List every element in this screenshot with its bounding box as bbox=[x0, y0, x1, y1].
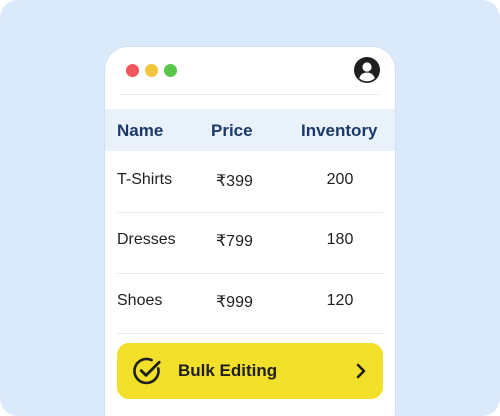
column-header-price[interactable]: Price bbox=[211, 121, 253, 141]
row-divider bbox=[117, 333, 383, 334]
user-circle-icon[interactable] bbox=[353, 56, 381, 84]
minimize-window-dot[interactable] bbox=[145, 64, 158, 77]
product-inventory-cell: 120 bbox=[326, 292, 354, 309]
product-price-cell: ₹399 bbox=[216, 173, 253, 190]
table-row[interactable]: T-Shirts ₹399 200 bbox=[105, 151, 395, 211]
column-header-name[interactable]: Name bbox=[117, 121, 163, 141]
page-background: Name Price Inventory T-Shirts ₹399 200 D… bbox=[0, 0, 500, 416]
bulk-editing-button[interactable]: Bulk Editing bbox=[117, 343, 383, 399]
title-divider bbox=[121, 94, 379, 95]
product-name-cell: T-Shirts bbox=[117, 171, 173, 188]
chevron-right-icon bbox=[356, 363, 366, 379]
table-header: Name Price Inventory bbox=[105, 109, 395, 151]
maximize-window-dot[interactable] bbox=[164, 64, 177, 77]
column-header-inventory[interactable]: Inventory bbox=[301, 121, 378, 141]
product-inventory-cell: 180 bbox=[326, 231, 354, 248]
product-inventory-cell: 200 bbox=[326, 171, 354, 188]
table-row[interactable]: Dresses ₹799 180 bbox=[105, 211, 395, 271]
product-price-cell: ₹799 bbox=[216, 233, 253, 250]
product-name-cell: Dresses bbox=[117, 231, 176, 248]
app-window: Name Price Inventory T-Shirts ₹399 200 D… bbox=[104, 46, 396, 416]
bulk-editing-label: Bulk Editing bbox=[178, 361, 278, 380]
table-row[interactable]: Shoes ₹999 120 bbox=[105, 272, 395, 332]
product-price-cell: ₹999 bbox=[216, 294, 253, 311]
check-circle-icon bbox=[133, 357, 161, 385]
close-window-dot[interactable] bbox=[126, 64, 139, 77]
title-bar bbox=[105, 47, 395, 95]
product-name-cell: Shoes bbox=[117, 292, 163, 309]
